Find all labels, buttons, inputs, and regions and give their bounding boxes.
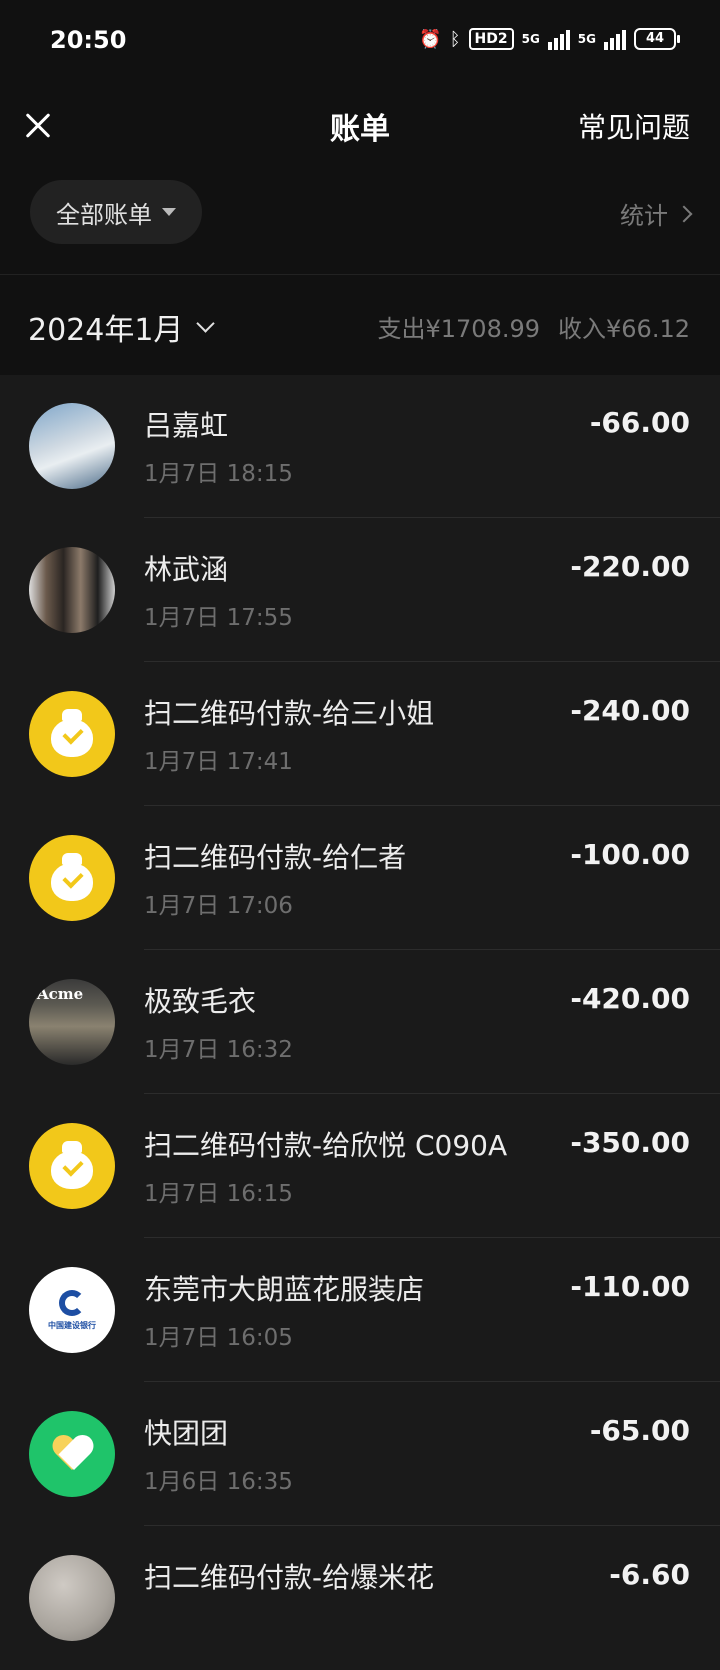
- month-label: 2024年1月: [28, 313, 184, 348]
- transaction-amount: -65.00: [589, 1414, 690, 1447]
- alarm-icon: ⏰: [419, 28, 442, 50]
- transaction-time: 1月7日 17:55: [144, 605, 293, 631]
- transaction-name: 快团团: [144, 1417, 229, 1450]
- month-summary-bar: 2024年1月 支出¥1708.99 收入¥66.12: [0, 274, 720, 375]
- transaction-list: 吕嘉虹 1月7日 18:15 -66.00 林武涵 1月7日 17:55 -22…: [0, 374, 720, 1670]
- transaction-row[interactable]: 扫二维码付款-给仁者 1月7日 17:06 -100.00: [0, 806, 720, 950]
- signal-5g-label-2: 5G: [577, 32, 596, 46]
- transaction-time: 1月7日 16:32: [144, 1037, 293, 1063]
- kuaituantuan-logo: [29, 1411, 115, 1497]
- transaction-name: 林武涵: [144, 553, 229, 586]
- transaction-amount: -240.00: [570, 694, 690, 727]
- transaction-name: 扫二维码付款-给欣悦 C090A: [144, 1129, 508, 1162]
- transaction-row[interactable]: 扫二维码付款-给欣悦 C090A 1月7日 16:15 -350.00: [0, 1094, 720, 1238]
- user-photo-avatar: [29, 547, 115, 633]
- transaction-name: 东莞市大朗蓝花服装店: [144, 1273, 425, 1306]
- month-picker[interactable]: 2024年1月: [28, 305, 216, 349]
- top-bar: 账单 常见问题: [0, 84, 720, 174]
- user-photo-avatar: [29, 403, 115, 489]
- user-photo-avatar: [29, 1555, 115, 1641]
- bill-filter-label: 全部账单: [56, 200, 152, 229]
- shop-avatar-text: Acme: [37, 985, 84, 1003]
- ccb-bank-logo: 中国建设银行: [29, 1267, 115, 1353]
- transaction-amount: -220.00: [570, 550, 690, 583]
- transaction-name: 扫二维码付款-给仁者: [144, 841, 407, 874]
- expense-total: 支出¥1708.99: [377, 315, 541, 343]
- transaction-amount: -100.00: [570, 838, 690, 871]
- transaction-row[interactable]: Acme 极致毛衣 1月7日 16:32 -420.00: [0, 950, 720, 1094]
- transaction-row[interactable]: 中国建设银行 东莞市大朗蓝花服装店 1月7日 16:05 -110.00: [0, 1238, 720, 1382]
- faq-link[interactable]: 常见问题: [578, 106, 690, 146]
- income-total: 收入¥66.12: [558, 315, 690, 343]
- transaction-amount: -6.60: [609, 1558, 690, 1591]
- chevron-down-icon: [196, 313, 216, 333]
- stats-link[interactable]: 统计: [620, 196, 693, 231]
- transaction-time: 1月7日 18:15: [144, 461, 293, 487]
- money-bag-icon: [29, 835, 115, 921]
- transaction-row[interactable]: 快团团 1月6日 16:35 -65.00: [0, 1382, 720, 1526]
- transaction-time: 1月7日 16:05: [144, 1325, 293, 1351]
- transaction-name: 扫二维码付款-给爆米花: [144, 1561, 435, 1594]
- transaction-row[interactable]: 扫二维码付款-给爆米花 -6.60: [0, 1526, 720, 1670]
- battery-icon: 44: [634, 28, 680, 50]
- month-totals: 支出¥1708.99 收入¥66.12: [378, 309, 691, 344]
- transaction-row[interactable]: 林武涵 1月7日 17:55 -220.00: [0, 518, 720, 662]
- transaction-amount: -110.00: [570, 1270, 690, 1303]
- transaction-time: 1月6日 16:35: [144, 1469, 293, 1495]
- caret-down-icon: [162, 208, 176, 216]
- filter-bar: 全部账单 统计: [0, 174, 720, 274]
- transaction-name: 吕嘉虹: [144, 409, 229, 442]
- status-bar: 20:50 ⏰ ᛒ HD2 5G 5G 44: [0, 0, 720, 84]
- transaction-time: 1月7日 16:15: [144, 1181, 293, 1207]
- stats-label: 统计: [620, 202, 668, 230]
- transaction-amount: -420.00: [570, 982, 690, 1015]
- money-bag-icon: [29, 1123, 115, 1209]
- signal-icon-2: [604, 28, 626, 50]
- bank-logo-text: 中国建设银行: [48, 1320, 96, 1330]
- transaction-time: 1月7日 17:06: [144, 893, 293, 919]
- shop-photo-avatar: Acme: [29, 979, 115, 1065]
- hd-icon: HD2: [468, 28, 514, 50]
- bill-filter-dropdown[interactable]: 全部账单: [30, 180, 202, 244]
- transaction-amount: -66.00: [589, 406, 690, 439]
- money-bag-icon: [29, 691, 115, 777]
- status-time: 20:50: [50, 26, 127, 54]
- transaction-time: 1月7日 17:41: [144, 749, 293, 775]
- bluetooth-icon: ᛒ: [449, 28, 461, 50]
- transaction-name: 扫二维码付款-给三小姐: [144, 697, 435, 730]
- signal-5g-label: 5G: [521, 32, 540, 46]
- status-icons: ⏰ ᛒ HD2 5G 5G 44: [419, 28, 680, 50]
- transaction-amount: -350.00: [570, 1126, 690, 1159]
- ccb-mark-icon: [59, 1289, 85, 1316]
- transaction-row[interactable]: 吕嘉虹 1月7日 18:15 -66.00: [0, 374, 720, 518]
- signal-icon: [547, 28, 570, 50]
- chevron-right-icon: [675, 205, 693, 222]
- transaction-name: 极致毛衣: [144, 985, 257, 1018]
- transaction-row[interactable]: 扫二维码付款-给三小姐 1月7日 17:41 -240.00: [0, 662, 720, 806]
